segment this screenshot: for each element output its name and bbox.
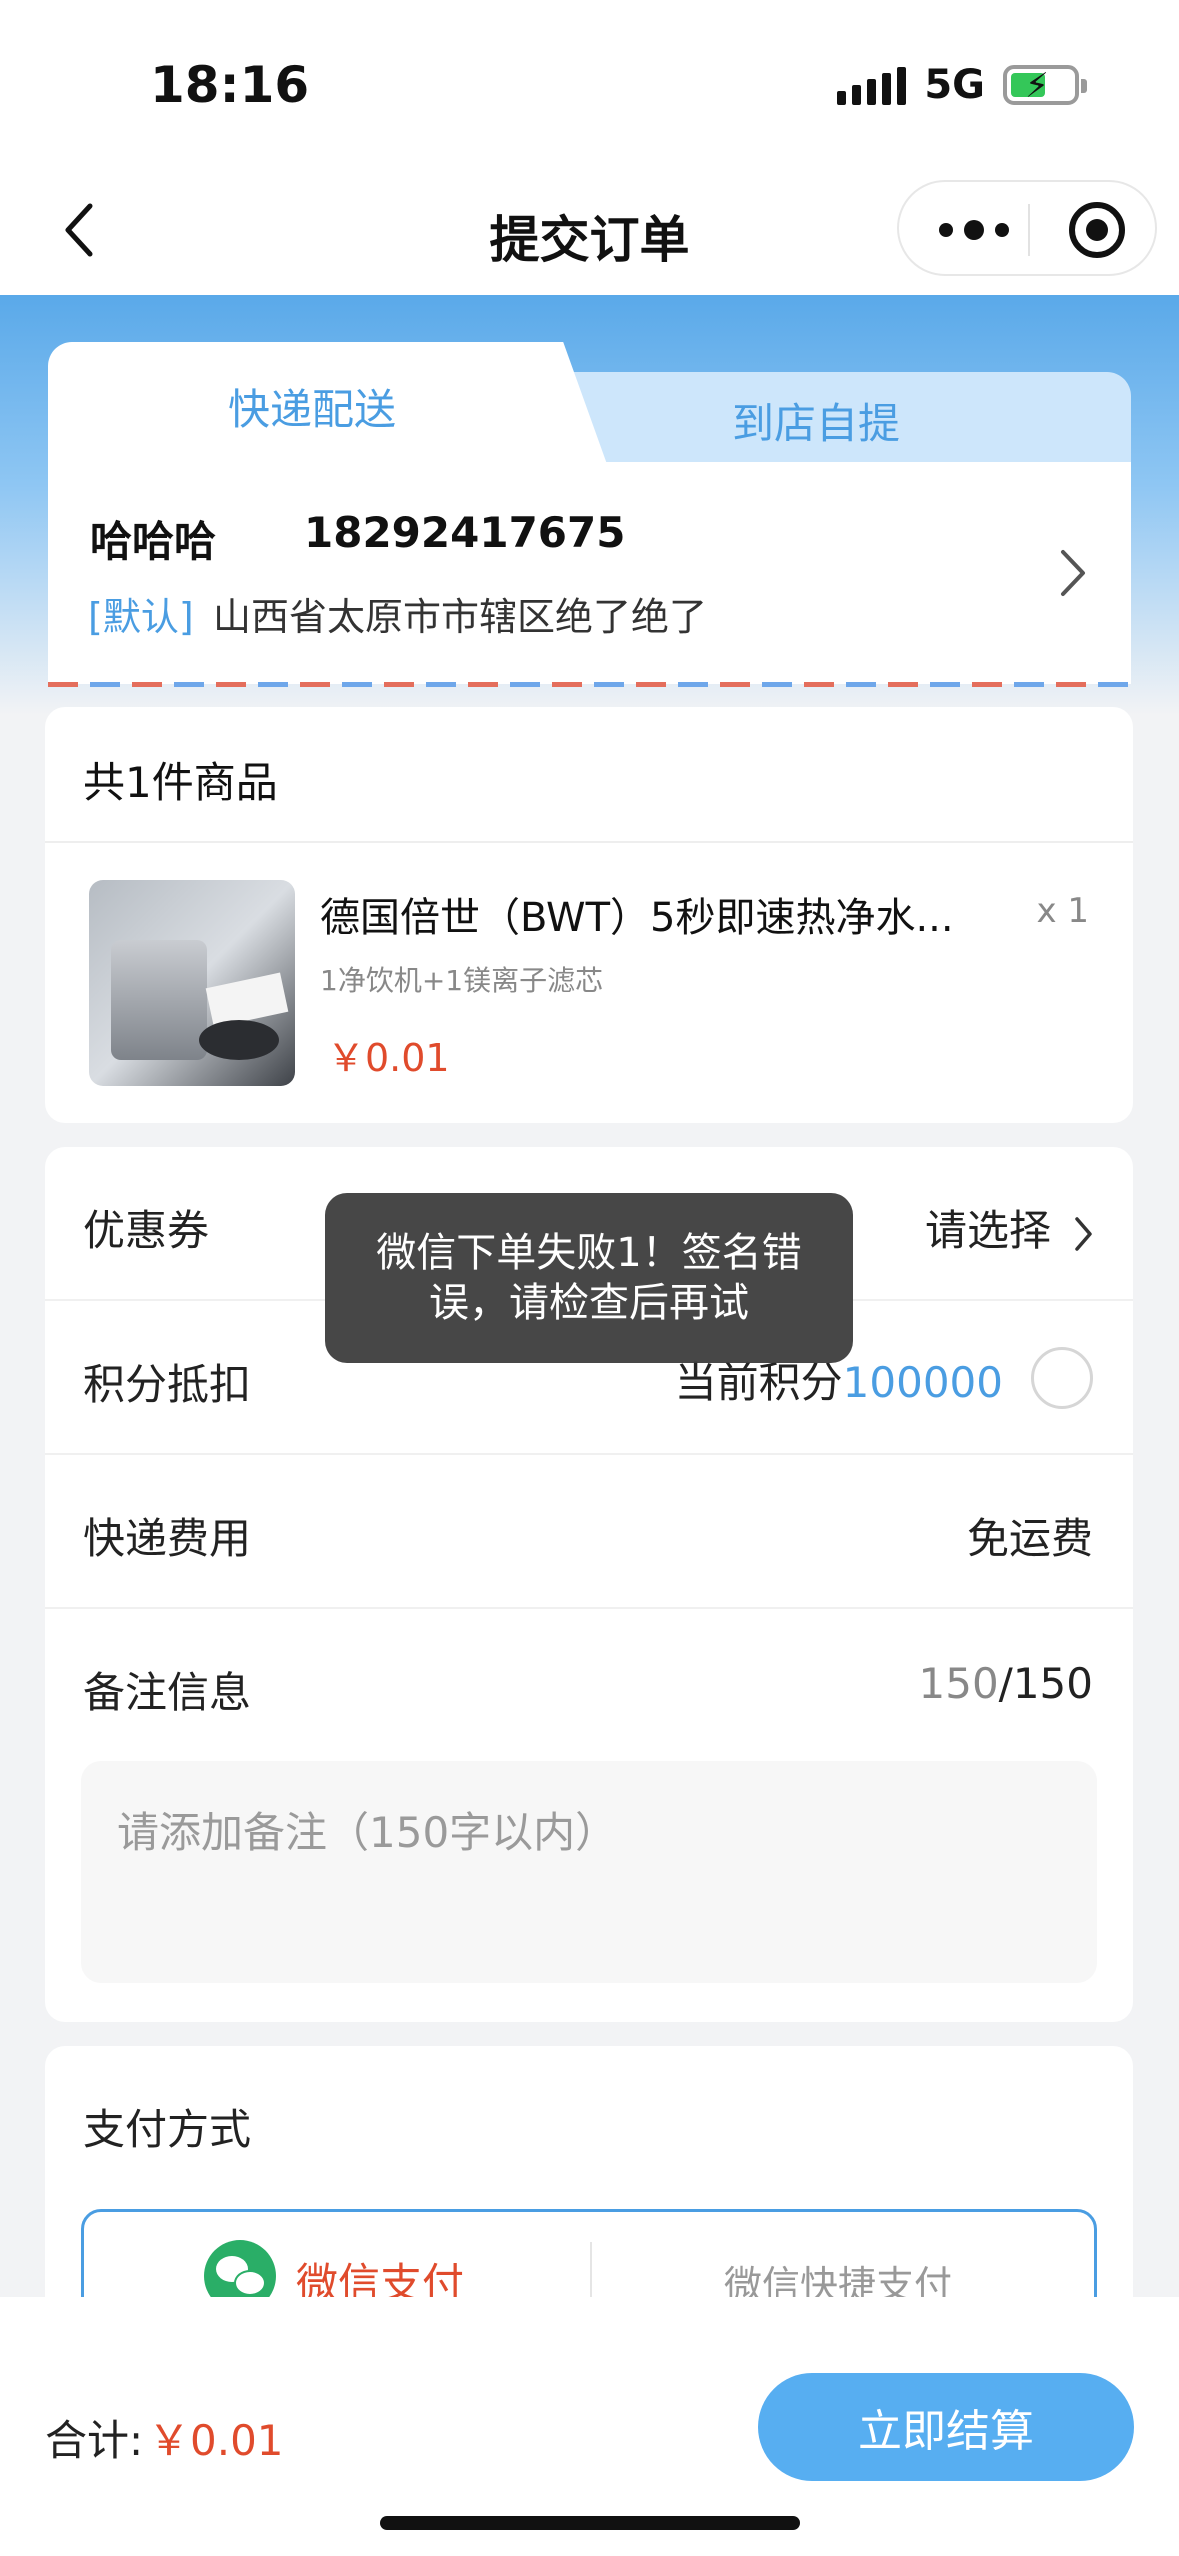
- remark-count: 150: [918, 1659, 999, 1708]
- more-icon[interactable]: [939, 212, 1009, 248]
- address-phone: 18292417675: [304, 508, 626, 557]
- chevron-right-icon: [1075, 1216, 1092, 1251]
- payment-title: 支付方式: [83, 2105, 252, 2154]
- points-prefix: 当前积分: [674, 1358, 843, 1407]
- address-card[interactable]: 哈哈哈 18292417675 [默认] 山西省太原市市辖区绝了绝了: [48, 462, 1131, 684]
- battery-icon: ⚡: [1003, 65, 1087, 106]
- error-toast: 微信下单失败1！签名错误，请检查后再试: [325, 1193, 853, 1363]
- goods-card: 共1件商品 德国倍世（BWT）5秒即速热净水... x 1 1净饮机+1镁离子滤…: [45, 707, 1133, 1123]
- divider: [45, 841, 1133, 843]
- shipping-row: 快递费用 免运费: [45, 1455, 1133, 1609]
- product-price: ￥0.01: [327, 1036, 450, 1080]
- goods-count: 共1件商品: [83, 758, 278, 807]
- points-radio[interactable]: [1031, 1347, 1093, 1409]
- tab-express-label[interactable]: 快递配送: [228, 376, 396, 437]
- status-time: 18:16: [150, 56, 310, 114]
- remark-row: 备注信息 150/150: [45, 1609, 1133, 1763]
- points-value: 100000: [842, 1358, 1003, 1407]
- coupon-select-text: 请选择: [924, 1206, 1051, 1255]
- product-name[interactable]: 德国倍世（BWT）5秒即速热净水...: [320, 885, 1020, 943]
- nav-bar: 提交订单: [0, 170, 1179, 295]
- total-label: 合计:: [45, 2416, 144, 2465]
- total-value: ￥0.01: [148, 2416, 284, 2465]
- coupon-label: 优惠券: [83, 1206, 210, 1255]
- home-indicator[interactable]: [380, 2516, 800, 2530]
- product-image[interactable]: [89, 880, 295, 1086]
- coupon-value: 请选择: [925, 1197, 1093, 1258]
- chevron-right-icon: [1061, 550, 1085, 596]
- network-label: 5G: [924, 62, 985, 108]
- close-mini-program-icon[interactable]: [1069, 202, 1125, 258]
- checkout-button[interactable]: 立即结算: [758, 2373, 1134, 2481]
- status-indicators: 5G ⚡: [837, 62, 1087, 108]
- address-name: 哈哈哈: [90, 517, 217, 566]
- status-bar: 18:16 5G ⚡: [0, 0, 1179, 170]
- remark-counter: 150/150: [919, 1659, 1094, 1708]
- shipping-label: 快递费用: [83, 1514, 252, 1563]
- signal-icon: [837, 65, 907, 105]
- default-tag: [默认]: [88, 595, 194, 639]
- remark-input[interactable]: [81, 1761, 1097, 1983]
- shipping-value: 免运费: [966, 1514, 1093, 1563]
- points-label: 积分抵扣: [83, 1360, 252, 1409]
- mini-program-capsule: [897, 180, 1157, 276]
- product-spec: 1净饮机+1镁离子滤芯: [320, 964, 604, 997]
- capsule-divider: [1028, 204, 1030, 256]
- address-text: 山西省太原市市辖区绝了绝了: [213, 595, 708, 639]
- tab-pickup-label[interactable]: 到店自提: [732, 390, 900, 451]
- product-quantity: x 1: [1036, 891, 1089, 931]
- envelope-border: [48, 682, 1131, 687]
- remark-label: 备注信息: [83, 1668, 252, 1717]
- remark-max: /150: [998, 1659, 1093, 1708]
